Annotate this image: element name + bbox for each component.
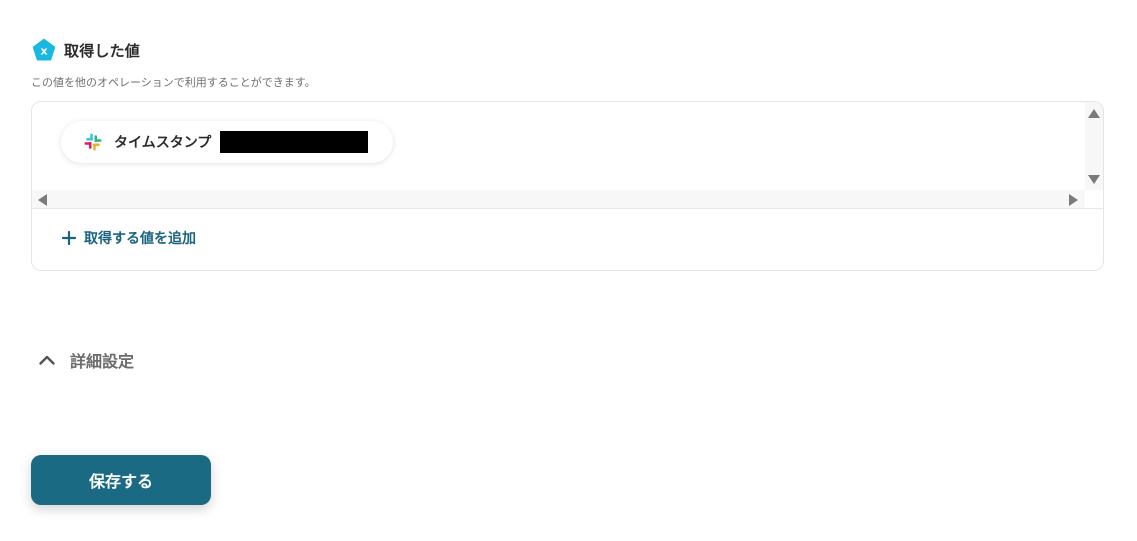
chevron-up-icon	[39, 355, 55, 365]
values-scroll-area[interactable]: タイムスタンプ	[32, 102, 1103, 209]
chip-label: タイムスタンプ	[114, 135, 212, 151]
slack-icon	[84, 133, 102, 151]
plus-icon	[62, 231, 76, 245]
page: x 取得した値 この値を他のオペレーションで利用することができます。 タイムスタ…	[0, 0, 1137, 541]
svg-text:x: x	[40, 45, 47, 58]
section-description: この値を他のオペレーションで利用することができます。	[31, 76, 316, 89]
acquired-values-box: タイムスタンプ 取得する値を追加	[31, 101, 1104, 271]
scroll-right-icon[interactable]	[1069, 194, 1078, 206]
section-header: x 取得した値	[32, 38, 140, 62]
chip-redacted-value	[220, 131, 369, 153]
advanced-settings-label: 詳細設定	[70, 352, 135, 371]
scroll-up-icon[interactable]	[1088, 109, 1100, 118]
scroll-down-icon[interactable]	[1088, 175, 1100, 184]
variable-pentagon-icon: x	[32, 38, 56, 61]
scroll-left-icon[interactable]	[38, 194, 47, 206]
add-value-button[interactable]: 取得する値を追加	[62, 228, 196, 248]
section-title: 取得した値	[64, 41, 141, 60]
advanced-settings-toggle[interactable]: 詳細設定	[38, 348, 134, 372]
horizontal-scrollbar[interactable]	[32, 190, 1085, 208]
save-button[interactable]: 保存する	[31, 455, 211, 505]
add-value-label: 取得する値を追加	[84, 231, 196, 247]
value-chip-timestamp[interactable]: タイムスタンプ	[61, 121, 393, 163]
